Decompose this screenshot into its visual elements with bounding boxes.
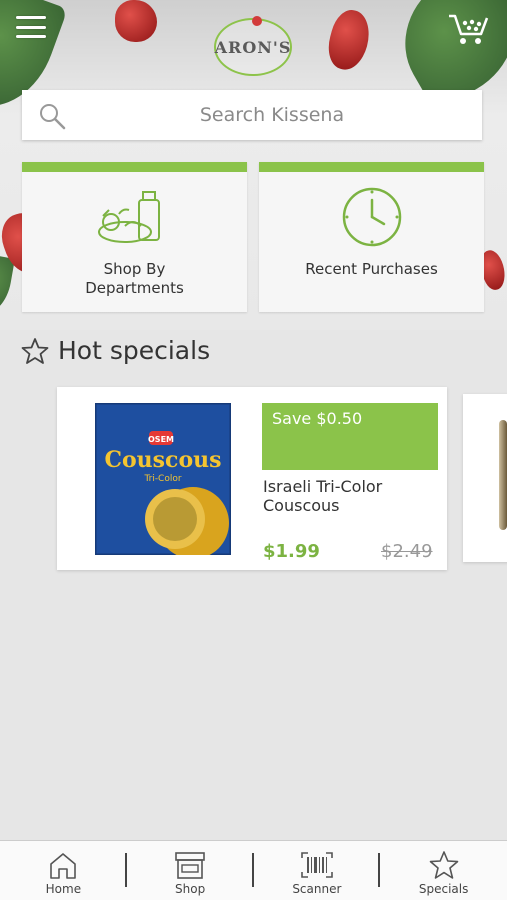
product-image: OSEM Couscous Tri-Color: [95, 403, 231, 555]
recent-purchases-tile[interactable]: Recent Purchases: [259, 162, 484, 312]
product-card[interactable]: OSEM Couscous Tri-Color Save $0.50 Israe…: [57, 387, 447, 570]
store-icon: [175, 852, 205, 879]
nav-label: Specials: [418, 882, 469, 896]
tile-label: Recent Purchases: [305, 260, 438, 278]
barcode-scanner-icon: [301, 852, 333, 878]
clock-icon: [342, 187, 401, 247]
nav-label: Scanner: [292, 882, 342, 896]
search-bar[interactable]: [22, 90, 482, 140]
nav-specials[interactable]: Specials: [380, 841, 507, 900]
home-icon: [50, 853, 77, 879]
menu-button[interactable]: [16, 16, 46, 38]
shop-by-departments-tile[interactable]: Shop By Departments: [22, 162, 247, 312]
nav-label: Shop: [175, 882, 206, 896]
shopping-cart-icon: [449, 14, 489, 44]
search-input[interactable]: [22, 90, 482, 140]
product-image-title: Couscous: [104, 447, 221, 473]
star-icon: [429, 851, 458, 879]
nav-shop[interactable]: Shop: [127, 841, 254, 900]
product-old-price: $2.49: [381, 541, 433, 562]
groceries-icon: [97, 191, 160, 243]
nav-home[interactable]: Home: [0, 841, 127, 900]
product-brand: OSEM: [148, 435, 174, 444]
search-icon: [40, 104, 66, 130]
hamburger-menu-icon: [16, 16, 46, 19]
bottom-navigation: Home Shop Scanner Specials: [0, 840, 507, 900]
logo-tomato-icon: [252, 16, 262, 26]
savings-badge: Save $0.50: [262, 403, 438, 470]
pepper-decoration: [322, 6, 376, 74]
cart-button[interactable]: [447, 12, 491, 46]
pepper-decoration: [115, 0, 157, 42]
product-name: Israeli Tri-Color Couscous: [263, 477, 383, 515]
product-card[interactable]: [463, 394, 507, 562]
store-logo: ARON'S: [214, 16, 292, 76]
star-outline-icon: [21, 337, 49, 364]
product-image: [499, 420, 507, 530]
section-header-hot-specials: Hot specials: [20, 336, 210, 365]
tile-label: Shop By Departments: [85, 260, 184, 297]
product-price: $1.99: [263, 541, 320, 562]
nav-label: Home: [45, 882, 82, 896]
nav-scanner[interactable]: Scanner: [254, 841, 381, 900]
logo-text: ARON'S: [214, 37, 292, 57]
product-image-subtitle: Tri-Color: [143, 474, 181, 484]
section-title: Hot specials: [58, 336, 211, 365]
